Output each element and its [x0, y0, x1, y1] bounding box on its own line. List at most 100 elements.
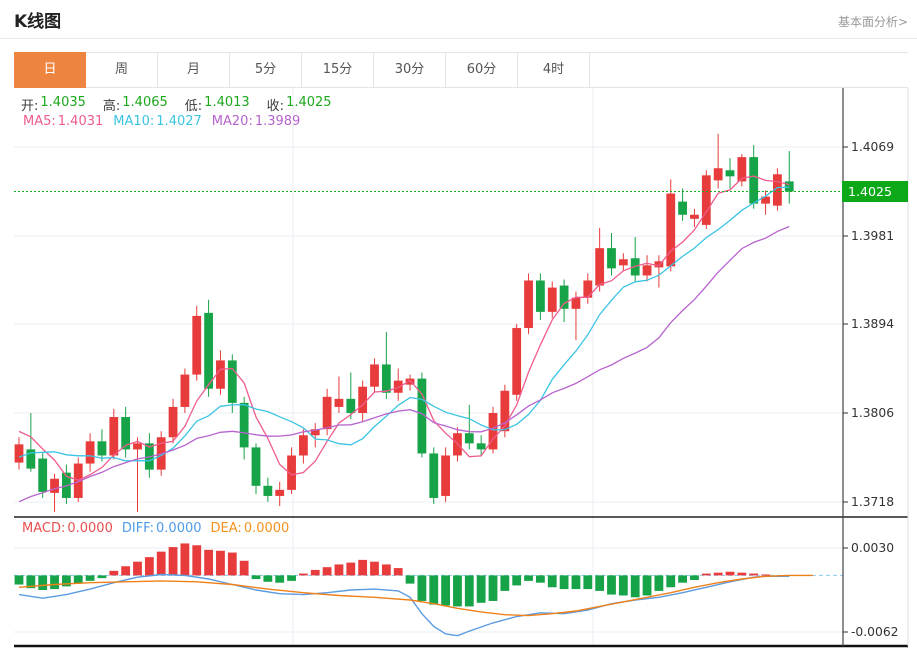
- macd-bar: [204, 549, 213, 576]
- candle-body: [370, 364, 379, 387]
- macd-bar: [761, 574, 770, 576]
- current-price-tag-label: 1.4025: [848, 184, 892, 199]
- candle-body: [299, 435, 308, 456]
- macd-bar: [642, 575, 652, 596]
- macd-bar: [251, 575, 261, 580]
- candle-body: [14, 444, 24, 463]
- ma20-line: [18, 225, 790, 503]
- macd-bar: [618, 575, 628, 596]
- candle-body: [678, 201, 687, 215]
- low-label: 低:: [184, 99, 203, 114]
- y-axis-label: 1.3718: [851, 495, 894, 509]
- candle-body: [133, 443, 142, 450]
- candle-body: [322, 396, 332, 430]
- low-value: 1.4013: [204, 95, 250, 110]
- candle-body: [713, 168, 723, 181]
- macd-bar: [737, 572, 747, 576]
- macd-bar: [500, 575, 510, 591]
- macd-bar: [192, 545, 202, 576]
- current-price-tag: 1.4025: [842, 181, 908, 203]
- macd-bar: [144, 557, 154, 576]
- macd-bar: [121, 566, 131, 576]
- macd-bar: [630, 575, 640, 598]
- macd-bar: [453, 575, 462, 607]
- macd-bar: [559, 575, 569, 590]
- candle-body: [346, 398, 356, 413]
- macd-bar: [263, 575, 273, 582]
- y-axis-label: 0.0030: [851, 541, 894, 555]
- macd-bar: [168, 547, 178, 576]
- macd-bar: [536, 575, 545, 583]
- macd-bar: [464, 575, 474, 607]
- candle-body: [97, 441, 107, 456]
- macd-bar: [512, 575, 522, 586]
- diff-label: DIFF:: [121, 521, 155, 536]
- candle-body: [216, 360, 225, 389]
- macd-bar: [583, 575, 593, 590]
- macd-readout: MACD: 0.0000 DIFF: 0.0000 DEA: 0.0000: [22, 521, 289, 536]
- candle-body: [690, 214, 699, 219]
- macd-bar: [14, 575, 24, 585]
- candle-body: [358, 386, 368, 413]
- macd-bar: [109, 570, 119, 576]
- macd-bar: [701, 573, 711, 576]
- macd-bar: [334, 564, 344, 576]
- macd-bar: [133, 561, 142, 576]
- candle-body: [227, 360, 237, 403]
- macd-bar: [595, 575, 605, 591]
- macd-bar: [322, 567, 332, 576]
- ma20-value: 1.3989: [254, 114, 301, 129]
- candlestick-series: [14, 133, 794, 513]
- y-axis-label: -0.0062: [851, 625, 898, 639]
- macd-bar: [227, 552, 237, 576]
- candle-body: [784, 181, 794, 192]
- candle-body: [38, 458, 48, 492]
- macd-label: MACD:: [22, 521, 66, 536]
- macd-bar: [607, 575, 616, 595]
- candle-body: [393, 380, 403, 393]
- kline-widget: K线图 基本面分析> 日周月 5分 15分 30分 60分 4时 1.4069 1.3981…: [0, 0, 917, 650]
- candle-body: [618, 259, 628, 266]
- y-axis-label: 1.4069: [851, 140, 894, 154]
- candle-body: [192, 315, 202, 375]
- open-label: 开:: [21, 99, 39, 114]
- macd-bar: [524, 575, 533, 581]
- dea-label: DEA:: [210, 521, 242, 536]
- macd-bar: [405, 575, 415, 584]
- macd-bar: [346, 562, 356, 576]
- macd-bar: [50, 575, 59, 590]
- macd-bar: [85, 575, 95, 581]
- macd-bar: [666, 575, 676, 588]
- candle-body: [464, 433, 474, 444]
- macd-bar: [156, 551, 166, 576]
- macd-bar: [97, 575, 107, 579]
- open-value: 1.4035: [40, 95, 86, 110]
- ma10-label: MA10:: [113, 114, 155, 129]
- candle-body: [441, 455, 450, 496]
- macd-bar: [476, 575, 486, 603]
- high-label: 高:: [102, 99, 121, 114]
- candle-body: [275, 489, 285, 496]
- macd-bar: [239, 560, 249, 576]
- close-label: 收:: [266, 99, 285, 114]
- macd-bar: [73, 575, 83, 584]
- ohlc-readout: 开: 1.4035 高: 1.4065 低: 1.4013 收: 1.4025: [21, 95, 332, 114]
- high-value: 1.4065: [122, 95, 168, 110]
- y-axis-label: 1.3894: [851, 317, 894, 331]
- ma-readout: MA5: 1.4031 MA10: 1.4027 MA20: 1.3989: [23, 114, 300, 129]
- macd-bar: [275, 575, 285, 583]
- macd-bar: [678, 575, 687, 583]
- candle-body: [204, 312, 213, 389]
- macd-bar: [725, 571, 735, 576]
- macd-bar: [690, 575, 699, 580]
- candle-body: [536, 280, 545, 312]
- macd-bar: [393, 568, 403, 576]
- candle-body: [642, 265, 652, 276]
- macd-bar: [180, 543, 190, 576]
- candle-body: [429, 453, 439, 498]
- candle-body: [559, 285, 569, 309]
- candle-body: [595, 248, 605, 286]
- candle-body: [180, 374, 190, 407]
- diff-value: 0.0000: [156, 521, 202, 536]
- dea-line: [18, 574, 813, 617]
